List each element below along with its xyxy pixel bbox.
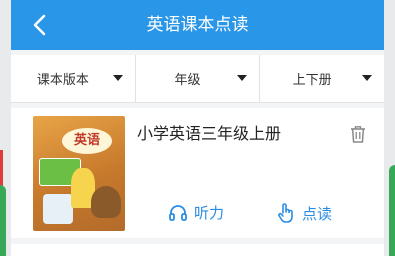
next-card-edge — [11, 244, 384, 256]
filter-bar: 课本版本 年级 上下册 — [11, 55, 384, 103]
point-read-label: 点读 — [302, 204, 333, 223]
cover-illustration — [91, 186, 121, 218]
filter-edition-label: 课本版本 — [36, 73, 89, 88]
filter-edition-dropdown[interactable]: 课本版本 — [11, 55, 136, 102]
book-card[interactable]: 英语 小学英语三年级上册 听力 点读 — [11, 108, 384, 238]
trash-icon — [351, 126, 365, 143]
listen-button[interactable]: 听力 — [168, 202, 224, 223]
left-edge-accent-green — [0, 185, 6, 256]
cover-illustration — [43, 194, 73, 224]
book-cover-image[interactable]: 英语 — [33, 116, 125, 231]
app-screen: 英语课本点读 课本版本 年级 上下册 英语 小学英语三年级上册 听力 点读 — [11, 0, 384, 256]
hand-pointer-icon — [278, 203, 293, 223]
cover-title: 英语 — [62, 128, 112, 154]
caret-down-icon — [362, 75, 373, 81]
caret-down-icon — [112, 75, 123, 81]
right-edge-accent-green — [389, 165, 395, 256]
page-title: 英语课本点读 — [146, 15, 249, 35]
listen-label: 听力 — [194, 204, 225, 222]
delete-button[interactable] — [349, 124, 367, 144]
filter-grade-label: 年级 — [174, 73, 201, 88]
point-read-button[interactable]: 点读 — [276, 202, 332, 224]
filter-volume-dropdown[interactable]: 上下册 — [260, 55, 384, 102]
filter-volume-label: 上下册 — [292, 73, 332, 88]
headphones-icon — [169, 204, 187, 221]
header-bar: 英语课本点读 — [11, 0, 384, 50]
filter-grade-dropdown[interactable]: 年级 — [136, 55, 261, 102]
caret-down-icon — [237, 75, 248, 81]
book-title: 小学英语三年级上册 — [137, 124, 282, 143]
